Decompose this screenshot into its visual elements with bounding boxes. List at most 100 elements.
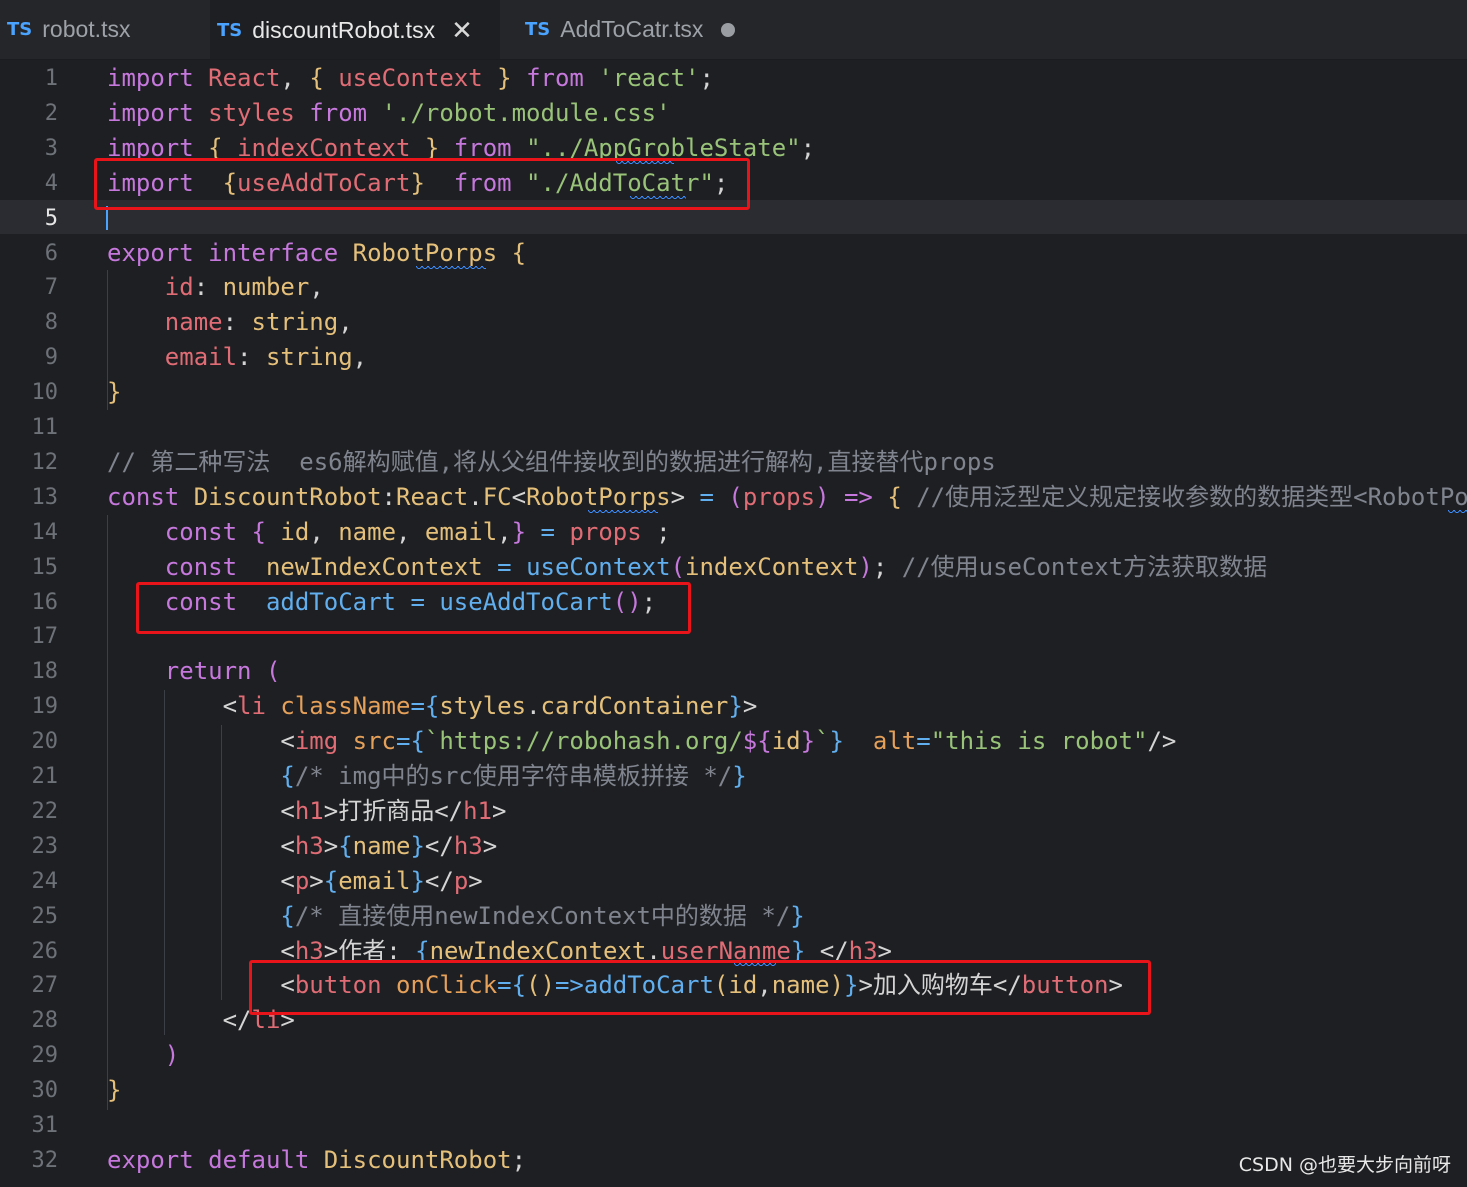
code-token: ${ <box>742 727 772 756</box>
code-token: const <box>164 552 266 581</box>
code-token: , <box>352 343 368 372</box>
code-text: id: number, <box>107 270 324 305</box>
indent-guide <box>164 690 165 1035</box>
code-token: > <box>468 866 483 895</box>
highlight-box-button <box>249 960 1151 1015</box>
code-line[interactable]: 29 ) <box>0 1038 1467 1073</box>
code-token: > <box>482 831 498 860</box>
code-token: //使用useContext方法获取数据 <box>901 552 1268 581</box>
code-token: p <box>453 866 469 895</box>
typescript-icon: TS <box>217 20 243 41</box>
code-token: DiscountRobot <box>193 482 382 511</box>
code-token: ; <box>800 133 816 162</box>
code-token: ( <box>670 552 686 581</box>
code-token: = <box>482 552 527 581</box>
code-token: { <box>309 64 339 92</box>
code-token: < <box>107 727 295 756</box>
code-token: , <box>338 308 353 337</box>
code-token: } <box>800 727 816 756</box>
line-number: 11 <box>31 415 59 440</box>
code-token: React <box>208 64 281 92</box>
code-token: "this is robot" <box>930 727 1148 756</box>
code-token: li <box>237 692 281 721</box>
code-token: } <box>732 762 747 790</box>
code-token: , <box>280 64 310 92</box>
code-token: < <box>511 482 527 511</box>
line-number: 15 <box>31 554 59 580</box>
line-number: 16 <box>31 589 59 615</box>
code-token: < <box>107 692 238 721</box>
code-token: : <box>222 308 252 337</box>
code-token: , <box>309 273 324 302</box>
code-token: </ <box>424 866 454 895</box>
code-token: { <box>511 238 527 267</box>
code-line[interactable]: 1 import React, { useContext } from 'reac… <box>0 61 1467 96</box>
code-token: ) <box>164 1041 180 1070</box>
line-number: 32 <box>31 1147 59 1173</box>
code-line[interactable]: 18 return ( <box>0 654 1467 689</box>
code-token: } <box>829 727 844 756</box>
code-line[interactable]: 2 import styles from './robot.module.css' <box>0 96 1467 131</box>
code-token: ; <box>511 1145 527 1174</box>
code-token: useContext <box>526 552 671 581</box>
code-token: } <box>728 692 743 721</box>
tab-discount-robot[interactable]: TS discountRobot.tsx ✕ <box>210 0 500 59</box>
code-token: { <box>251 517 281 546</box>
spellcheck-squiggle <box>416 266 486 270</box>
code-token: > <box>309 866 324 895</box>
code-token: ; <box>699 64 714 92</box>
tab-robot[interactable]: TS robot.tsx <box>0 0 200 59</box>
code-line[interactable]: 19 <li className={styles.cardContainer}> <box>0 689 1467 724</box>
code-line[interactable]: 9 email: string, <box>0 340 1467 375</box>
code-line[interactable]: 6 export interface RobotPorps { <box>0 236 1467 271</box>
code-token: `https://robohash.org/ <box>424 727 743 756</box>
line-number: 8 <box>44 310 58 336</box>
code-line[interactable]: 30} <box>0 1073 1467 1108</box>
code-line[interactable]: 14 const { id, name, email,} = props ; <box>0 515 1467 550</box>
code-text: // 第二种写法 es6解构赋值,将从父组件接收到的数据进行解构,直接替代pro… <box>107 445 996 480</box>
code-text: const newIndexContext = useContext(index… <box>107 550 1267 585</box>
line-number: 29 <box>31 1043 59 1069</box>
unsaved-dot-icon[interactable] <box>721 22 736 37</box>
line-number: 6 <box>44 240 58 266</box>
code-token: h1 <box>463 796 493 825</box>
code-text: name: string, <box>107 305 353 340</box>
code-line[interactable]: 13 const DiscountRobot:React.FC<RobotPorp… <box>0 480 1467 515</box>
code-token: < <box>107 866 295 895</box>
code-token: email <box>164 343 238 372</box>
code-text: const DiscountRobot:React.FC<RobotPorps>… <box>107 480 1467 515</box>
line-number: 26 <box>31 938 59 964</box>
code-text: import React, { useContext } from 'react… <box>107 61 714 96</box>
code-token: DiscountRobot <box>323 1145 512 1174</box>
highlight-box-import <box>94 158 750 210</box>
code-token: < <box>107 831 295 860</box>
code-line[interactable]: 12 // 第二种写法 es6解构赋值,将从父组件接收到的数据进行解构,直接替代p… <box>0 445 1467 480</box>
code-line[interactable]: 15 const newIndexContext = useContext(in… <box>0 550 1467 585</box>
code-line[interactable]: 10} <box>0 375 1467 410</box>
highlight-box-use-add-to-cart <box>136 582 691 634</box>
code-text: {/* img中的src使用字符串模板拼接 */} <box>107 759 747 794</box>
indent-guide <box>221 725 222 1000</box>
line-number: 19 <box>31 694 59 720</box>
code-token: , <box>309 517 339 546</box>
code-line[interactable]: 11 <box>0 410 1467 445</box>
code-text: import styles from './robot.module.css' <box>107 96 671 131</box>
csdn-watermark: CSDN @也要大步向前呀 <box>1238 1154 1451 1176</box>
code-line[interactable]: 8 name: string, <box>0 305 1467 340</box>
code-token: ` <box>815 727 830 756</box>
close-icon[interactable]: ✕ <box>451 15 473 46</box>
line-number: 20 <box>31 729 59 755</box>
code-token: import <box>107 64 209 92</box>
code-token: alt <box>872 727 917 756</box>
code-token: { <box>323 866 339 895</box>
code-token: </ <box>107 1006 252 1035</box>
code-editor[interactable]: 1 import React, { useContext } from 'reac… <box>0 60 1467 1187</box>
code-line[interactable]: 7 id: number, <box>0 270 1467 305</box>
line-number: 17 <box>31 624 59 650</box>
code-line[interactable]: 31 <box>0 1108 1467 1143</box>
line-number: 28 <box>31 1008 59 1034</box>
code-token: . <box>468 482 483 511</box>
tab-add-to-catr[interactable]: TS AddToCatr.tsx <box>518 0 756 59</box>
